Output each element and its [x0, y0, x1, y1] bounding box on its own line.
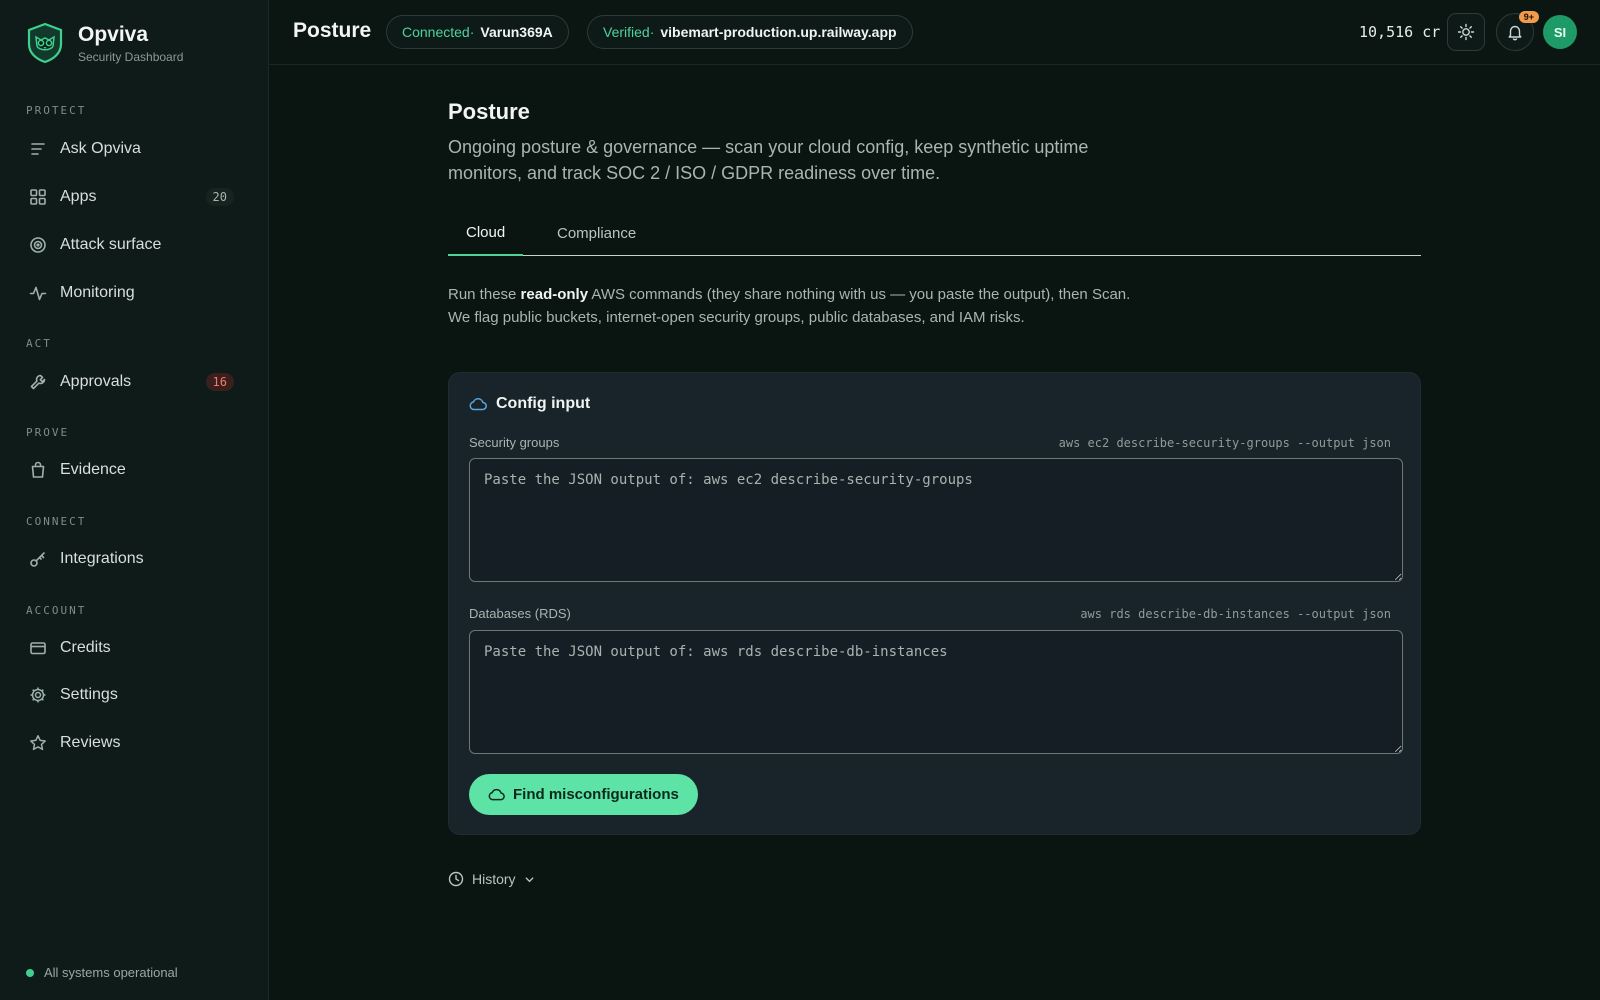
security-groups-label: Security groups: [469, 435, 560, 450]
theme-toggle-button[interactable]: [1447, 13, 1485, 51]
apps-count-badge: 20: [205, 188, 234, 206]
find-misconfigurations-label: Find misconfigurations: [513, 786, 679, 803]
sidebar-item-label: Monitoring: [60, 284, 135, 301]
sidebar-item-attack-surface[interactable]: Attack surface: [18, 226, 248, 264]
bell-icon: [1508, 25, 1522, 41]
sidebar-item-approvals[interactable]: Approvals 16: [18, 363, 248, 401]
sun-icon: [1457, 23, 1475, 41]
sidebar-item-label: Settings: [60, 686, 118, 703]
chevron-down-icon: [525, 876, 533, 882]
bag-icon: [28, 460, 48, 480]
wrench-icon: [28, 372, 48, 392]
find-misconfigurations-button[interactable]: Find misconfigurations: [469, 774, 698, 815]
sidebar-item-label: Approvals: [60, 373, 132, 390]
sidebar-item-label: Evidence: [60, 461, 126, 478]
target-icon: [28, 235, 48, 255]
key-icon: [28, 549, 48, 569]
databases-command: aws rds describe-db-instances --output j…: [1080, 607, 1391, 621]
notification-count-badge: 9+: [1518, 11, 1539, 23]
system-status: All systems operational: [26, 965, 178, 980]
connected-account-pill[interactable]: Connected· Varun369A: [386, 15, 569, 49]
sidebar-item-label: Apps: [60, 188, 97, 205]
sidebar-item-reviews[interactable]: Reviews: [18, 724, 248, 762]
verified-label: Verified·: [603, 24, 655, 40]
section-label-connect: CONNECT: [26, 515, 87, 528]
instructions-emphasis: read-only: [520, 286, 589, 303]
security-groups-command: aws ec2 describe-security-groups --outpu…: [1058, 436, 1391, 450]
owl-shield-logo-icon: [27, 22, 63, 64]
tab-compliance[interactable]: Compliance: [539, 211, 654, 256]
status-dot-icon: [26, 968, 34, 977]
section-label-act: ACT: [26, 337, 52, 350]
page-description: Ongoing posture & governance — scan your…: [448, 137, 1089, 183]
tab-cloud[interactable]: Cloud: [448, 211, 524, 256]
databases-label: Databases (RDS): [469, 606, 571, 621]
pulse-icon: [28, 283, 48, 303]
brand-subtitle: Security Dashboard: [78, 49, 184, 64]
sidebar-item-label: Attack surface: [60, 236, 162, 253]
instructions-text: Run these read-only AWS commands (they s…: [448, 283, 1138, 329]
sidebar-item-label: Credits: [60, 639, 111, 656]
credits-balance: 10,516 cr: [1359, 23, 1441, 41]
avatar[interactable]: SI: [1543, 15, 1577, 49]
sidebar-item-credits[interactable]: Credits: [18, 629, 248, 667]
connected-label: Connected·: [402, 24, 475, 40]
history-toggle[interactable]: History: [448, 871, 535, 887]
list-icon: [28, 139, 48, 159]
notifications-button[interactable]: 9+: [1496, 11, 1539, 51]
sidebar-item-monitoring[interactable]: Monitoring: [18, 274, 248, 312]
tab-bar: Cloud Compliance: [448, 211, 1421, 256]
verified-domain-pill[interactable]: Verified· vibemart-production.up.railway…: [587, 15, 913, 49]
cloud-icon: [469, 398, 487, 411]
sidebar-item-apps[interactable]: Apps 20: [18, 178, 248, 216]
history-label: History: [472, 871, 516, 887]
sidebar-item-ask-opviva[interactable]: Ask Opviva: [18, 130, 248, 168]
gear-icon: [28, 685, 48, 705]
page-title: Posture: [448, 99, 530, 124]
sidebar-item-label: Ask Opviva: [60, 140, 141, 157]
section-label-account: ACCOUNT: [26, 604, 87, 617]
sidebar-item-label: Reviews: [60, 734, 121, 751]
sidebar-item-settings[interactable]: Settings: [18, 676, 248, 714]
section-label-protect: PROTECT: [26, 104, 87, 117]
brand-name: Opviva: [78, 22, 149, 46]
sidebar-item-integrations[interactable]: Integrations: [18, 540, 248, 578]
config-input-card: Config input Security groups aws ec2 des…: [448, 372, 1421, 835]
clock-icon: [448, 871, 464, 887]
brand[interactable]: Opviva Security Dashboard: [26, 22, 183, 64]
cloud-icon: [488, 788, 505, 801]
approvals-count-badge: 16: [205, 373, 234, 391]
card-title: Config input: [496, 395, 591, 412]
grid-icon: [28, 187, 48, 207]
security-groups-input[interactable]: [469, 458, 1403, 582]
system-status-text: All systems operational: [44, 965, 178, 980]
sidebar: Opviva Security Dashboard PROTECT Ask Op…: [0, 0, 269, 1000]
sidebar-item-label: Integrations: [60, 550, 144, 567]
section-label-prove: PROVE: [26, 426, 70, 439]
star-icon: [28, 733, 48, 753]
connected-value: Varun369A: [480, 24, 553, 40]
card-icon: [28, 638, 48, 658]
topbar: Posture Connected· Varun369A Verified· v…: [269, 0, 1600, 65]
card-header: Config input: [469, 395, 590, 413]
databases-input[interactable]: [469, 630, 1403, 754]
verified-value: vibemart-production.up.railway.app: [660, 24, 897, 40]
page-header-title: Posture: [293, 19, 372, 42]
sidebar-item-evidence[interactable]: Evidence: [18, 451, 248, 489]
instructions-prefix: Run these: [448, 286, 521, 303]
